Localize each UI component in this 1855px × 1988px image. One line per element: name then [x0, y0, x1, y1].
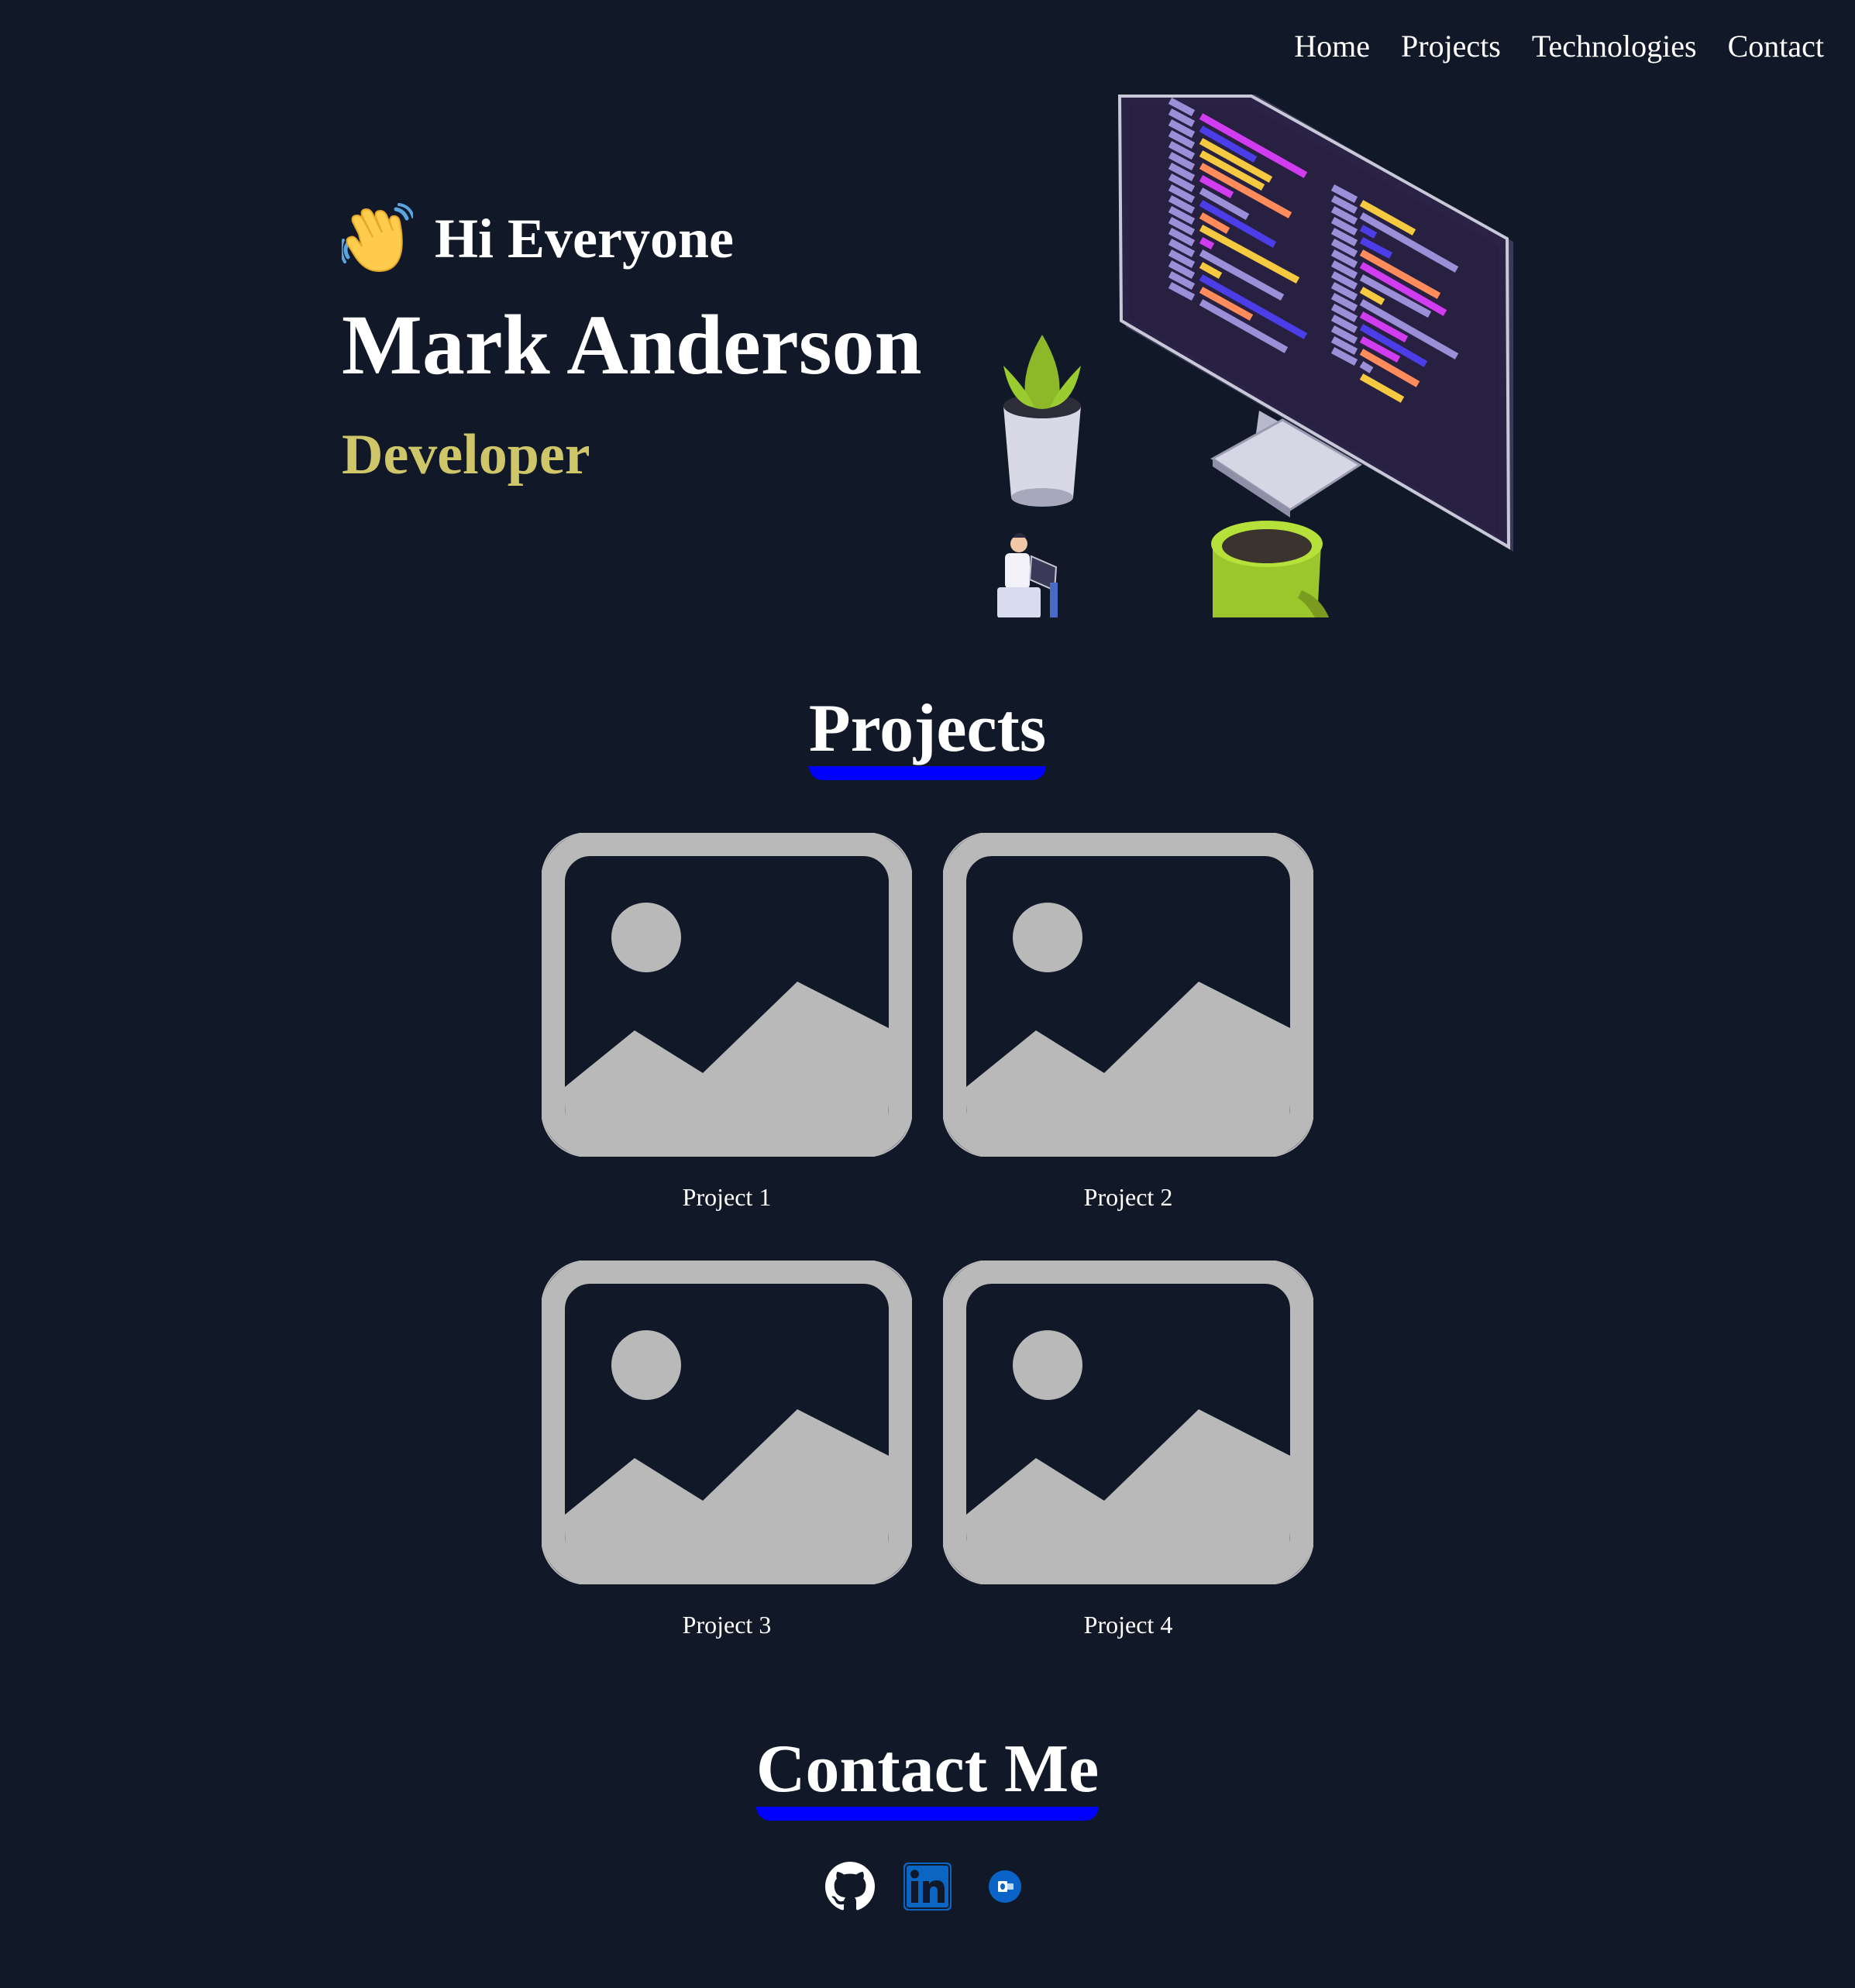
github-icon[interactable] [825, 1862, 875, 1911]
hero-name: Mark Anderson [342, 298, 922, 392]
project-card-1[interactable]: Project 1 [542, 833, 912, 1212]
contact-heading: Contact Me [755, 1732, 1100, 1807]
project-label: Project 1 [682, 1183, 772, 1211]
project-label: Project 3 [682, 1611, 772, 1639]
contact-links [0, 1862, 1855, 1911]
image-placeholder-icon [943, 1261, 1313, 1584]
project-card-3[interactable]: Project 3 [542, 1261, 912, 1639]
nav-item-technologies[interactable]: Technologies [1532, 28, 1697, 64]
nav-item-projects[interactable]: Projects [1401, 28, 1501, 64]
top-nav: Home Projects Technologies Contact [1294, 28, 1824, 64]
image-placeholder-icon [542, 833, 912, 1157]
outlook-icon[interactable] [980, 1862, 1030, 1911]
projects-heading-wrapper: Projects [0, 695, 1855, 780]
image-placeholder-icon [943, 833, 1313, 1157]
nav-item-home[interactable]: Home [1294, 28, 1370, 64]
nav-item-contact[interactable]: Contact [1728, 28, 1824, 64]
waving-hand-icon [342, 203, 413, 273]
projects-grid: Project 1 Project 2 Project 3 Project 4 [542, 833, 1313, 1639]
project-label: Project 4 [1083, 1611, 1173, 1639]
greeting-text: Hi Everyone [435, 207, 734, 270]
hero-greeting: Hi Everyone [342, 203, 734, 274]
image-placeholder-icon [542, 1261, 912, 1584]
projects-heading-underline [808, 766, 1047, 780]
project-card-4[interactable]: Project 4 [943, 1261, 1313, 1639]
developer-workspace-illustration [997, 95, 1513, 617]
project-card-2[interactable]: Project 2 [943, 833, 1313, 1212]
projects-heading: Projects [808, 691, 1047, 766]
hero-role: Developer [342, 423, 590, 487]
contact-heading-underline [755, 1807, 1100, 1821]
contact-heading-wrapper: Contact Me [0, 1732, 1855, 1821]
linkedin-icon[interactable] [903, 1862, 952, 1911]
project-label: Project 2 [1083, 1183, 1173, 1211]
